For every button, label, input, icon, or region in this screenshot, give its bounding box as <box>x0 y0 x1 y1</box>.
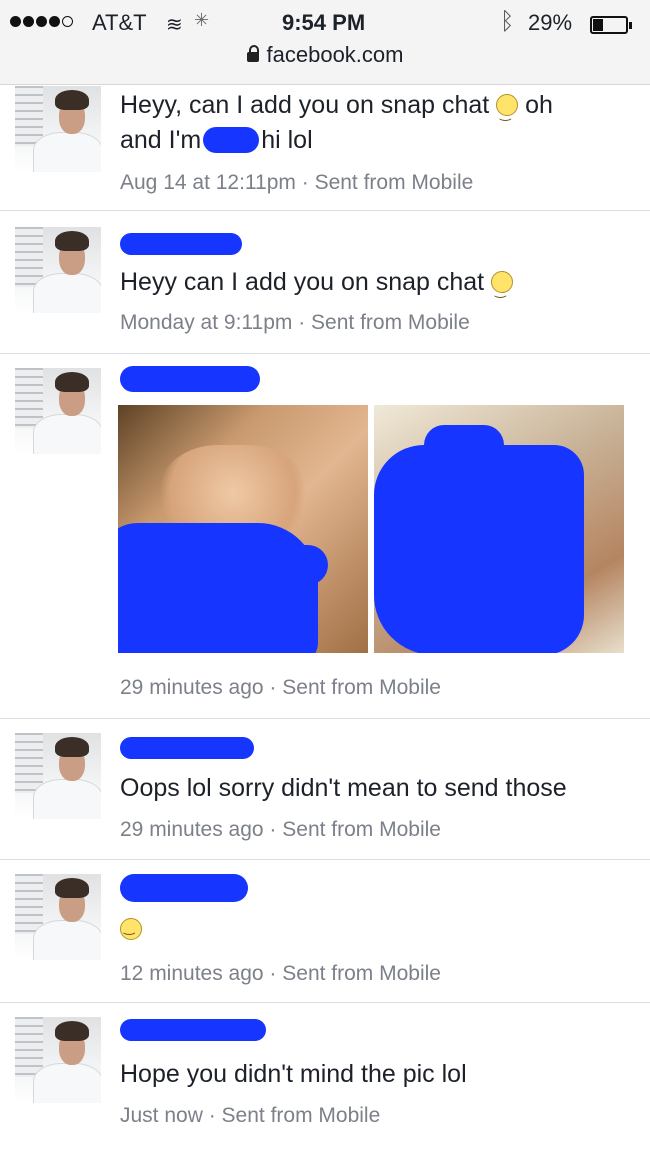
message-meta: 29 minutes ago · Sent from Mobile <box>120 818 441 841</box>
status-row: AT&T ≋ ✳ 9:54 PM ᛒ 29% <box>0 6 650 40</box>
activity-spinner-icon: ✳ <box>194 10 210 30</box>
signal-dots-icon <box>10 16 73 27</box>
attached-photo[interactable] <box>118 405 368 653</box>
smiley-emoji-icon <box>491 271 514 308</box>
message-item: Heyy can I add you on snap chat Monday a… <box>0 211 650 354</box>
message-text-line2: and I'm hi lol <box>120 126 313 154</box>
censored-sender-name <box>120 1019 266 1041</box>
carrier-label: AT&T <box>92 10 147 35</box>
message-meta: 12 minutes ago · Sent from Mobile <box>120 962 441 985</box>
message-item: Heyy, can I add you on snap chat oh and … <box>0 84 650 211</box>
censor-scribble <box>424 425 504 475</box>
message-text: Hope you didn't mind the pic lol <box>120 1060 467 1088</box>
url-text: facebook.com <box>266 42 404 67</box>
battery-icon <box>590 16 632 34</box>
bluetooth-icon: ᛒ <box>500 8 515 35</box>
censored-sender-name <box>120 366 260 392</box>
avatar[interactable] <box>15 86 101 172</box>
message-text: Heyy, can I add you on snap chat oh <box>120 88 553 131</box>
message-meta: Aug 14 at 12:11pm · Sent from Mobile <box>120 171 474 194</box>
clock: 9:54 PM <box>282 10 366 35</box>
smiley-emoji-icon <box>496 94 519 131</box>
message-meta: 29 minutes ago · Sent from Mobile <box>120 676 441 699</box>
lock-icon <box>246 45 259 62</box>
ios-status-bar: AT&T ≋ ✳ 9:54 PM ᛒ 29% facebook.com <box>0 0 650 85</box>
message-text: Oops lol sorry didn't mean to send those <box>120 774 567 802</box>
address-bar[interactable]: facebook.com <box>0 42 650 68</box>
message-emoji <box>120 918 142 942</box>
avatar[interactable] <box>15 368 101 454</box>
avatar[interactable] <box>15 733 101 819</box>
battery-percent: 29% <box>528 10 573 35</box>
censored-sender-name <box>120 874 248 902</box>
censor-scribble <box>374 445 584 653</box>
censor-scribble <box>268 545 328 585</box>
avatar[interactable] <box>15 1017 101 1103</box>
message-meta: Just now · Sent from Mobile <box>120 1104 381 1127</box>
smiley-emoji-icon <box>120 918 142 940</box>
wifi-icon: ≋ <box>166 14 183 36</box>
censor-scribble <box>118 523 318 653</box>
message-meta: Monday at 9:11pm · Sent from Mobile <box>120 311 470 334</box>
censored-sender-name <box>120 233 242 255</box>
censor-scribble <box>203 127 260 153</box>
censored-sender-name <box>120 737 254 759</box>
message-item: 12 minutes ago · Sent from Mobile <box>0 860 650 1003</box>
message-item: Hope you didn't mind the pic lol Just no… <box>0 1003 650 1154</box>
avatar[interactable] <box>15 227 101 313</box>
message-item: Oops lol sorry didn't mean to send those… <box>0 719 650 860</box>
avatar[interactable] <box>15 874 101 960</box>
attached-photo[interactable] <box>374 405 624 653</box>
message-text: Heyy can I add you on snap chat <box>120 265 514 308</box>
